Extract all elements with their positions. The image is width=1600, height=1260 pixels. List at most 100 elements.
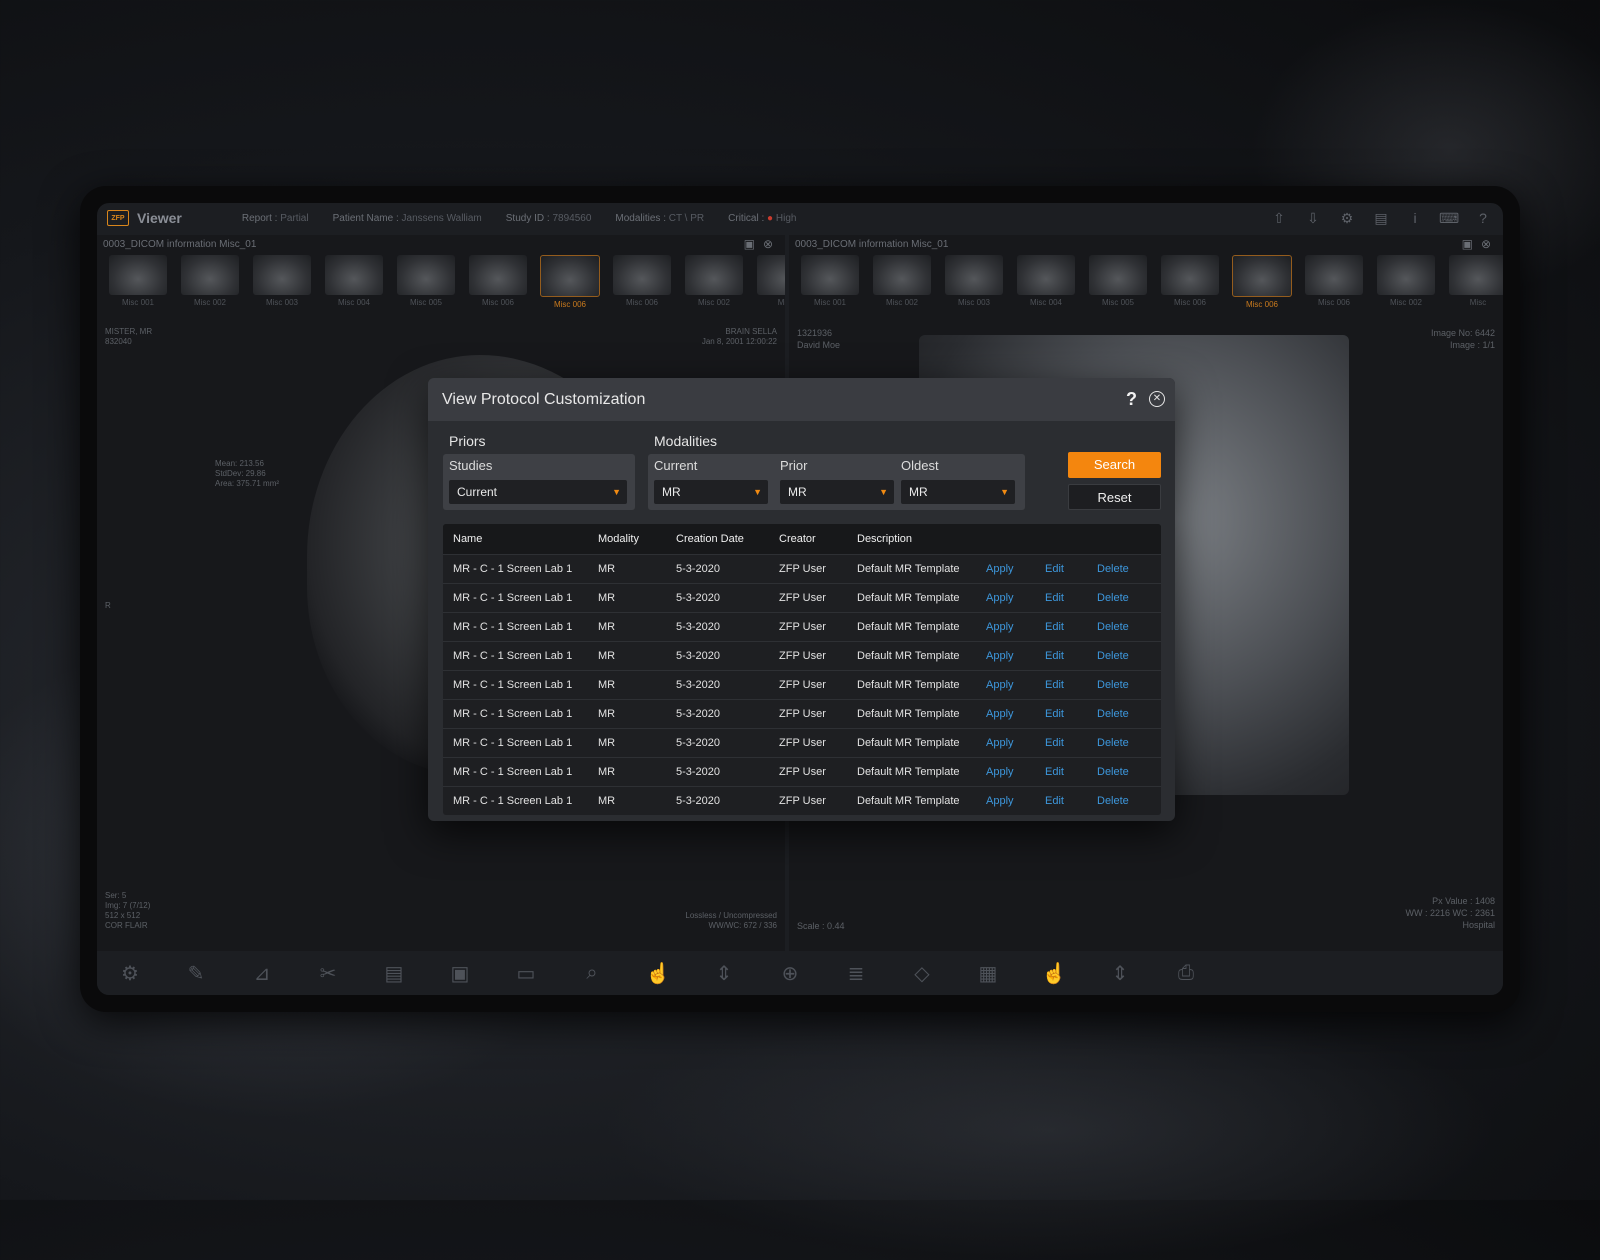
save-icon[interactable]: ▣ xyxy=(427,961,493,986)
delete-link[interactable]: Delete xyxy=(1097,563,1161,575)
stack-icon[interactable]: ≣ xyxy=(823,961,889,986)
thumbnail[interactable]: Misc 004 xyxy=(321,255,387,319)
delete-link[interactable]: Delete xyxy=(1097,650,1161,662)
apply-link[interactable]: Apply xyxy=(986,563,1045,575)
series-icon[interactable]: ▣ xyxy=(1462,237,1473,251)
tools-icon[interactable]: ✂ xyxy=(295,961,361,986)
thumbnail[interactable]: Misc 006 xyxy=(1301,255,1367,319)
protocol-date: 5-3-2020 xyxy=(676,679,721,691)
edit-link[interactable]: Edit xyxy=(1045,621,1097,633)
delete-link[interactable]: Delete xyxy=(1097,621,1161,633)
table-row[interactable]: MR - C - 1 Screen Lab 1 MR 5-3-2020 ZFP … xyxy=(443,670,1161,699)
thumbnail[interactable]: Misc 005 xyxy=(1085,255,1151,319)
thumbnail[interactable]: Misc 003 xyxy=(941,255,1007,319)
report-icon[interactable]: ▤ xyxy=(1371,209,1391,227)
thumbnail[interactable]: Misc 006 xyxy=(609,255,675,319)
search-button[interactable]: Search xyxy=(1068,452,1161,478)
column-header[interactable]: Modality xyxy=(598,533,676,545)
prior-modality-select[interactable]: MR ▼ xyxy=(780,480,894,504)
thumbnail[interactable]: Misc 006 xyxy=(1157,255,1223,319)
chevron-down-icon: ▼ xyxy=(753,487,762,497)
apply-link[interactable]: Apply xyxy=(986,737,1045,749)
thumbnail[interactable]: Misc xyxy=(1445,255,1503,319)
table-row[interactable]: MR - C - 1 Screen Lab 1 MR 5-3-2020 ZFP … xyxy=(443,641,1161,670)
reset-button[interactable]: Reset xyxy=(1068,484,1161,510)
thumbnail[interactable]: Misc 002 xyxy=(177,255,243,319)
help-icon[interactable]: ? xyxy=(1126,389,1137,410)
thumbnail[interactable]: Misc xyxy=(753,255,785,319)
document-icon[interactable]: ▤ xyxy=(361,961,427,986)
measure-icon[interactable]: ⊿ xyxy=(229,961,295,986)
close-icon[interactable]: ⊗ xyxy=(763,237,773,251)
table-row[interactable]: MR - C - 1 Screen Lab 1 MR 5-3-2020 ZFP … xyxy=(443,612,1161,641)
thumbnail[interactable]: Misc 001 xyxy=(105,255,171,319)
pan-icon[interactable]: ☝ xyxy=(625,961,691,986)
column-header[interactable]: Description xyxy=(857,533,986,545)
thumbnail[interactable]: Misc 001 xyxy=(797,255,863,319)
apply-link[interactable]: Apply xyxy=(986,708,1045,720)
column-header[interactable]: Name xyxy=(443,533,598,545)
table-row[interactable]: MR - C - 1 Screen Lab 1 MR 5-3-2020 ZFP … xyxy=(443,699,1161,728)
table-header: Name Modality Creation Date Creator Desc… xyxy=(443,524,1161,554)
info-icon[interactable]: i xyxy=(1405,209,1425,227)
edit-link[interactable]: Edit xyxy=(1045,737,1097,749)
table-row[interactable]: MR - C - 1 Screen Lab 1 MR 5-3-2020 ZFP … xyxy=(443,583,1161,612)
edit-link[interactable]: Edit xyxy=(1045,708,1097,720)
apply-link[interactable]: Apply xyxy=(986,795,1045,807)
thumbnail[interactable]: Misc 005 xyxy=(393,255,459,319)
oldest-modality-select[interactable]: MR ▼ xyxy=(901,480,1015,504)
table-row[interactable]: MR - C - 1 Screen Lab 1 MR 5-3-2020 ZFP … xyxy=(443,757,1161,786)
edit-link[interactable]: Edit xyxy=(1045,592,1097,604)
thumbnail[interactable]: Misc 002 xyxy=(869,255,935,319)
thumbnail[interactable]: Misc 004 xyxy=(1013,255,1079,319)
thumbnail[interactable]: Misc 002 xyxy=(681,255,747,319)
table-row[interactable]: MR - C - 1 Screen Lab 1 MR 5-3-2020 ZFP … xyxy=(443,728,1161,757)
upload-icon[interactable]: ⇧ xyxy=(1269,209,1289,227)
thumbnail[interactable]: Misc 002 xyxy=(1373,255,1439,319)
zoom-icon[interactable]: ⌕ xyxy=(559,962,625,985)
edit-link[interactable]: Edit xyxy=(1045,766,1097,778)
delete-link[interactable]: Delete xyxy=(1097,592,1161,604)
table-row[interactable]: MR - C - 1 Screen Lab 1 MR 5-3-2020 ZFP … xyxy=(443,554,1161,583)
apply-link[interactable]: Apply xyxy=(986,650,1045,662)
layers-icon[interactable]: ◇ xyxy=(889,961,955,986)
apply-link[interactable]: Apply xyxy=(986,679,1045,691)
help-icon[interactable]: ? xyxy=(1473,209,1493,227)
table-row[interactable]: MR - C - 1 Screen Lab 1 MR 5-3-2020 ZFP … xyxy=(443,786,1161,815)
delete-link[interactable]: Delete xyxy=(1097,795,1161,807)
delete-link[interactable]: Delete xyxy=(1097,737,1161,749)
thumbnail[interactable]: Misc 006 xyxy=(465,255,531,319)
column-header[interactable]: Creator xyxy=(779,533,857,545)
scroll-icon[interactable]: ⇕ xyxy=(691,961,757,986)
navigate-icon[interactable]: ⇕ xyxy=(1087,961,1153,986)
thumbnail[interactable]: Misc 003 xyxy=(249,255,315,319)
apply-link[interactable]: Apply xyxy=(986,592,1045,604)
thumbnail-selected[interactable]: Misc 006 xyxy=(1229,255,1295,319)
print-icon[interactable]: ⎙ xyxy=(1153,962,1219,985)
series-icon[interactable]: ▣ xyxy=(744,237,755,251)
delete-link[interactable]: Delete xyxy=(1097,766,1161,778)
touch-icon[interactable]: ☝ xyxy=(1021,961,1087,986)
keyboard-icon[interactable]: ⌨ xyxy=(1439,209,1459,227)
layout-icon[interactable]: ▭ xyxy=(493,961,559,986)
apply-link[interactable]: Apply xyxy=(986,766,1045,778)
download-icon[interactable]: ⇩ xyxy=(1303,209,1323,227)
current-modality-select[interactable]: MR ▼ xyxy=(654,480,768,504)
edit-link[interactable]: Edit xyxy=(1045,650,1097,662)
thumbnail-selected[interactable]: Misc 006 xyxy=(537,255,603,319)
close-icon[interactable]: ⊗ xyxy=(1481,237,1491,251)
crosshair-icon[interactable]: ⊕ xyxy=(757,961,823,986)
delete-link[interactable]: Delete xyxy=(1097,708,1161,720)
close-icon[interactable]: ✕ xyxy=(1149,391,1165,407)
delete-link[interactable]: Delete xyxy=(1097,679,1161,691)
edit-link[interactable]: Edit xyxy=(1045,563,1097,575)
settings-icon[interactable]: ⚙ xyxy=(1337,209,1357,227)
edit-icon[interactable]: ✎ xyxy=(163,961,229,986)
edit-link[interactable]: Edit xyxy=(1045,795,1097,807)
studies-select[interactable]: Current ▼ xyxy=(449,480,627,504)
edit-link[interactable]: Edit xyxy=(1045,679,1097,691)
apply-link[interactable]: Apply xyxy=(986,621,1045,633)
grid-icon[interactable]: ▦ xyxy=(955,961,1021,986)
gear-icon[interactable]: ⚙ xyxy=(97,961,163,986)
column-header[interactable]: Creation Date xyxy=(676,533,779,545)
